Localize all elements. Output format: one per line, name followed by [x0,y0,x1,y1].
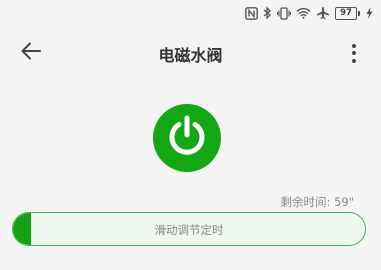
wifi-icon [296,7,311,19]
more-dot [352,43,356,48]
more-dot [352,51,356,55]
power-button[interactable] [153,104,221,172]
charging-icon [366,7,373,19]
nfc-icon [245,6,258,20]
vibrate-icon [277,6,291,20]
app-bar: 电磁水阀 [0,30,381,74]
battery-tip [358,10,360,16]
slider-label: 滑动调节定时 [154,223,224,237]
battery-level: 97 [335,6,357,20]
airplane-icon [316,6,330,20]
page-title: 电磁水阀 [158,46,223,65]
remaining-time: 剩余时间: 59" [280,195,354,209]
status-bar: 97 [0,0,381,26]
more-dot [352,58,356,63]
more-options-button[interactable] [345,40,363,66]
bluetooth-icon [263,6,272,20]
timer-slider[interactable]: 滑动调节定时 [12,212,366,246]
battery-icon: 97 [335,6,360,20]
power-icon [164,113,210,163]
status-icons: 97 [245,5,373,21]
